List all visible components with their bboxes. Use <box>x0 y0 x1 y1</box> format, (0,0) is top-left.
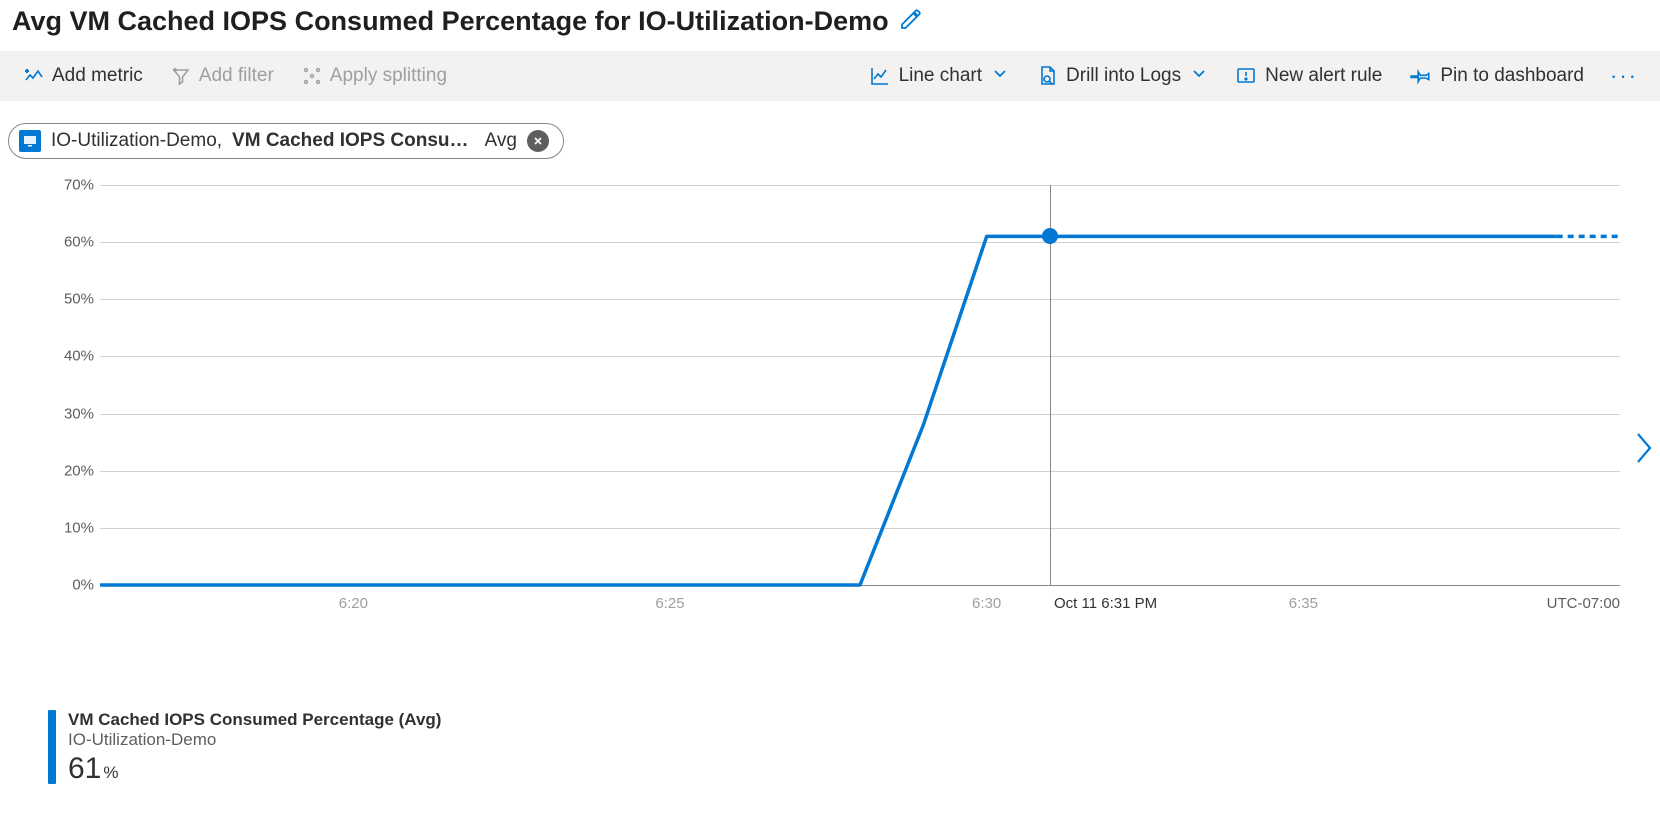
chart[interactable]: 0%10%20%30%40%50%60%70% Oct 11 6:31 PM 6… <box>40 185 1620 625</box>
remove-metric-button[interactable] <box>527 130 549 152</box>
pin-dashboard-button[interactable]: Pin to dashboard <box>1400 61 1594 91</box>
y-tick: 70% <box>64 177 94 194</box>
y-tick: 10% <box>64 519 94 536</box>
split-icon <box>302 66 322 86</box>
hover-point <box>1042 228 1058 244</box>
drill-logs-label: Drill into Logs <box>1066 65 1181 87</box>
y-tick: 40% <box>64 348 94 365</box>
y-tick: 0% <box>72 577 94 594</box>
add-metric-button[interactable]: Add metric <box>14 61 153 91</box>
edit-icon[interactable] <box>899 7 923 36</box>
add-metric-label: Add metric <box>52 65 143 87</box>
toolbar: Add metric Add filter Apply splitting Li… <box>0 51 1660 101</box>
logs-icon <box>1036 65 1058 87</box>
x-tick: 6:35 <box>1289 595 1318 612</box>
x-tick: 6:20 <box>339 595 368 612</box>
legend-series-name: VM Cached IOPS Consumed Percentage (Avg) <box>68 710 441 730</box>
new-alert-label: New alert rule <box>1265 65 1382 87</box>
new-alert-button[interactable]: New alert rule <box>1225 61 1392 91</box>
add-filter-label: Add filter <box>199 65 274 87</box>
chevron-down-icon <box>1191 65 1207 87</box>
pill-resource: IO-Utilization-Demo, <box>51 130 222 152</box>
x-tick: 6:30 <box>972 595 1001 612</box>
plot-area: Oct 11 6:31 PM <box>100 185 1620 585</box>
x-axis: 6:20 6:25 6:30 6:35 <box>100 595 1620 619</box>
timezone-label: UTC-07:00 <box>1547 595 1620 612</box>
add-metric-icon <box>24 66 44 86</box>
metric-pill[interactable]: IO-Utilization-Demo, VM Cached IOPS Cons… <box>8 123 564 159</box>
y-axis: 0%10%20%30%40%50%60%70% <box>40 185 100 585</box>
next-page-button[interactable] <box>1632 430 1654 471</box>
drill-logs-dropdown[interactable]: Drill into Logs <box>1026 61 1217 91</box>
y-tick: 20% <box>64 462 94 479</box>
pin-icon <box>1410 65 1432 87</box>
vm-icon <box>19 130 41 152</box>
pill-aggregation: Avg <box>485 130 517 152</box>
page-title: Avg VM Cached IOPS Consumed Percentage f… <box>12 6 889 37</box>
alert-icon <box>1235 65 1257 87</box>
y-tick: 60% <box>64 234 94 251</box>
y-tick: 50% <box>64 291 94 308</box>
hover-crosshair <box>1050 185 1051 585</box>
legend-color-swatch <box>48 710 56 784</box>
chart-type-dropdown[interactable]: Line chart <box>859 61 1018 91</box>
apply-splitting-button: Apply splitting <box>292 61 457 91</box>
more-actions-button[interactable]: ··· <box>1602 63 1646 89</box>
add-filter-button: Add filter <box>161 61 284 91</box>
chevron-down-icon <box>992 65 1008 87</box>
filter-icon <box>171 66 191 86</box>
pin-dashboard-label: Pin to dashboard <box>1440 65 1584 87</box>
pill-metric: VM Cached IOPS Consu… <box>232 130 468 152</box>
legend-resource: IO-Utilization-Demo <box>68 730 441 750</box>
apply-splitting-label: Apply splitting <box>330 65 447 87</box>
x-tick: 6:25 <box>655 595 684 612</box>
line-chart-icon <box>869 65 891 87</box>
legend-value: 61% <box>68 754 441 784</box>
y-tick: 30% <box>64 405 94 422</box>
legend[interactable]: VM Cached IOPS Consumed Percentage (Avg)… <box>48 710 441 784</box>
chart-type-label: Line chart <box>899 65 982 87</box>
